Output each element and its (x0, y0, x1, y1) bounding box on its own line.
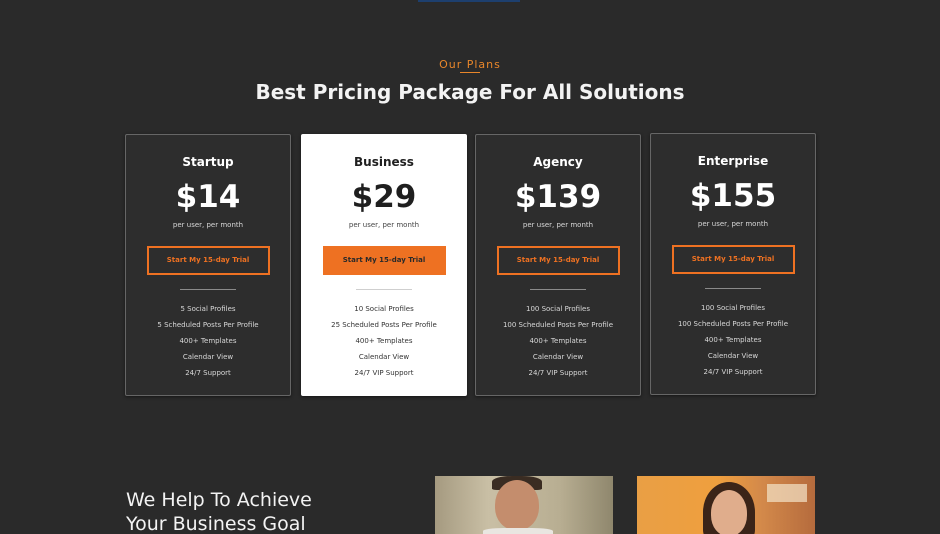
card-divider (530, 289, 586, 290)
feature-item: 400+ Templates (355, 337, 413, 345)
pricing-card-agency: Agency $139 per user, per month Start My… (475, 134, 641, 396)
card-divider (705, 288, 761, 289)
plan-period: per user, per month (348, 221, 420, 229)
feature-item: 400+ Templates (704, 336, 762, 344)
eyebrow-underline (460, 72, 480, 73)
feature-item: Calendar View (182, 353, 234, 361)
plan-price: $139 (514, 179, 602, 215)
team-photo-woman (637, 476, 815, 534)
feature-item: 24/7 Support (185, 369, 231, 377)
feature-list: 10 Social Profiles 25 Scheduled Posts Pe… (302, 301, 466, 381)
feature-item: 100 Scheduled Posts Per Profile (677, 320, 789, 328)
start-trial-button[interactable]: Start My 15-day Trial (322, 246, 446, 275)
plan-price: $155 (689, 178, 777, 214)
plan-name: Startup (182, 155, 234, 169)
plan-period: per user, per month (172, 221, 244, 229)
feature-item: 100 Social Profiles (701, 304, 765, 312)
plan-period: per user, per month (522, 221, 594, 229)
about-heading-line1: We Help To Achieve (126, 489, 312, 511)
start-trial-button[interactable]: Start My 15-day Trial (146, 246, 270, 275)
feature-item: Calendar View (707, 352, 759, 360)
feature-list: 100 Social Profiles 100 Scheduled Posts … (651, 300, 815, 380)
pricing-card-startup: Startup $14 per user, per month Start My… (125, 134, 291, 396)
feature-item: 5 Social Profiles (180, 305, 236, 313)
feature-item: Calendar View (532, 353, 584, 361)
about-heading-line2: Your Business Goal (126, 513, 306, 534)
top-accent-bar (418, 0, 520, 2)
start-trial-button[interactable]: Start My 15-day Trial (496, 246, 620, 275)
section-headline: Best Pricing Package For All Solutions (255, 80, 685, 104)
feature-item: 100 Scheduled Posts Per Profile (502, 321, 614, 329)
card-divider (180, 289, 236, 290)
about-heading: We Help To Achieve Your Business Goal (126, 488, 312, 534)
feature-list: 5 Social Profiles 5 Scheduled Posts Per … (126, 301, 290, 381)
feature-item: 400+ Templates (179, 337, 237, 345)
plan-period: per user, per month (697, 220, 769, 228)
plan-name: Enterprise (697, 154, 769, 168)
section-eyebrow: Our Plans (439, 58, 501, 71)
feature-item: 24/7 VIP Support (703, 368, 763, 376)
feature-item: 400+ Templates (529, 337, 587, 345)
feature-item: 24/7 VIP Support (354, 369, 414, 377)
feature-item: Calendar View (358, 353, 410, 361)
pricing-card-enterprise: Enterprise $155 per user, per month Star… (650, 133, 816, 395)
feature-list: 100 Social Profiles 100 Scheduled Posts … (476, 301, 640, 381)
feature-item: 100 Social Profiles (526, 305, 590, 313)
plan-price: $29 (351, 179, 417, 215)
plan-price: $14 (175, 179, 241, 215)
team-photo-man (435, 476, 613, 534)
feature-item: 24/7 VIP Support (528, 369, 588, 377)
pricing-card-business: Business $29 per user, per month Start M… (301, 134, 467, 396)
plan-name: Agency (533, 155, 583, 169)
feature-item: 10 Social Profiles (354, 305, 414, 313)
start-trial-button[interactable]: Start My 15-day Trial (671, 245, 795, 274)
card-divider (356, 289, 412, 290)
feature-item: 5 Scheduled Posts Per Profile (157, 321, 259, 329)
feature-item: 25 Scheduled Posts Per Profile (331, 321, 437, 329)
plan-name: Business (354, 155, 414, 169)
